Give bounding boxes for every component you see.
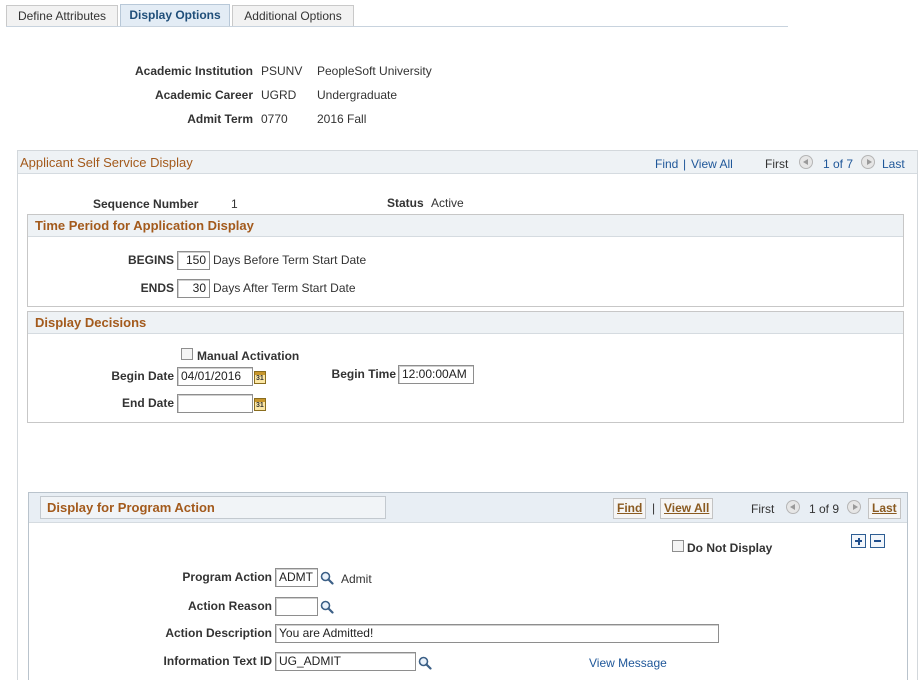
status-label: Status	[387, 196, 424, 210]
plus-icon[interactable]	[851, 534, 866, 548]
begins-suffix: Days Before Term Start Date	[213, 253, 367, 267]
magnifier-icon[interactable]	[418, 656, 432, 670]
tab-additional-options[interactable]: Additional Options	[232, 5, 354, 26]
do-not-display-label: Do Not Display	[687, 541, 773, 555]
end-date-input[interactable]	[177, 394, 253, 413]
end-date-label: End Date	[121, 396, 174, 410]
term-code: 0770	[261, 112, 288, 126]
action-reason-input[interactable]	[275, 597, 318, 616]
time-period-title: Time Period for Application Display	[35, 218, 254, 233]
action-description-input[interactable]: You are Admitted!	[275, 624, 719, 643]
term-desc: 2016 Fall	[317, 112, 367, 126]
pa-find-link[interactable]: Find	[613, 498, 647, 519]
pa-first-label[interactable]: First	[751, 502, 774, 516]
program-action-title: Display for Program Action	[47, 500, 215, 515]
program-action-input[interactable]: ADMT	[275, 568, 318, 587]
term-label: Admit Term	[187, 112, 253, 126]
ss-nav-separator: |	[683, 157, 687, 171]
ss-display-title: Applicant Self Service Display	[20, 155, 193, 170]
ss-first-label[interactable]: First	[765, 157, 788, 171]
ss-row-count: 1 of 7	[823, 157, 854, 171]
next-arrow-icon[interactable]	[861, 155, 875, 169]
action-reason-label: Action Reason	[187, 599, 272, 613]
pa-row-count: 1 of 9	[809, 502, 840, 516]
institution-label: Academic Institution	[134, 64, 253, 78]
calendar-icon[interactable]: 31	[254, 398, 266, 411]
minus-icon[interactable]	[870, 534, 885, 548]
career-desc: Undergraduate	[317, 88, 398, 102]
information-text-input[interactable]: UG_ADMIT	[275, 652, 416, 671]
do-not-display-checkbox[interactable]	[672, 540, 684, 552]
magnifier-icon[interactable]	[320, 571, 334, 585]
display-decisions-header	[28, 312, 903, 334]
begins-label: BEGINS	[127, 253, 174, 267]
begin-date-label: Begin Date	[111, 369, 174, 383]
previous-arrow-icon[interactable]	[799, 155, 813, 169]
pa-nav-separator: |	[652, 501, 656, 515]
program-action-desc: Admit	[341, 572, 372, 586]
program-action-label: Program Action	[182, 570, 272, 584]
manual-activation-checkbox[interactable]	[181, 348, 193, 360]
calendar-glyph: 31	[256, 402, 264, 409]
calendar-icon[interactable]: 31	[254, 371, 266, 384]
calendar-glyph: 31	[256, 375, 264, 382]
action-description-label: Action Description	[165, 626, 272, 640]
career-code: UGRD	[261, 88, 297, 102]
ends-suffix: Days After Term Start Date	[213, 281, 356, 295]
ends-label: ENDS	[140, 281, 174, 295]
career-label: Academic Career	[154, 88, 253, 102]
magnifier-icon[interactable]	[320, 600, 334, 614]
pa-view-all-link[interactable]: View All	[660, 498, 714, 519]
begin-date-input[interactable]: 04/01/2016	[177, 367, 253, 386]
tab-divider	[6, 26, 788, 27]
ss-view-all-link[interactable]: View All	[691, 157, 733, 171]
institution-code: PSUNV	[261, 64, 303, 78]
status-value: Active	[431, 196, 464, 210]
previous-arrow-icon[interactable]	[786, 500, 800, 514]
information-text-label: Information Text ID	[163, 654, 272, 668]
pa-last-link[interactable]: Last	[868, 498, 901, 519]
ss-last-link[interactable]: Last	[882, 157, 905, 171]
tab-define-attributes[interactable]: Define Attributes	[6, 5, 118, 26]
begin-time-label: Begin Time	[331, 367, 396, 381]
next-arrow-icon[interactable]	[847, 500, 861, 514]
ends-days-input[interactable]: 30	[177, 279, 210, 298]
view-message-link[interactable]: View Message	[589, 656, 667, 670]
tab-display-options[interactable]: Display Options	[120, 4, 230, 26]
institution-desc: PeopleSoft University	[317, 64, 432, 78]
sequence-label: Sequence Number	[93, 197, 199, 211]
begins-days-input[interactable]: 150	[177, 251, 210, 270]
manual-activation-label: Manual Activation	[197, 349, 300, 363]
begin-time-input[interactable]: 12:00:00AM	[398, 365, 474, 384]
display-decisions-title: Display Decisions	[35, 315, 147, 330]
sequence-value: 1	[231, 197, 238, 211]
ss-find-link[interactable]: Find	[655, 157, 678, 171]
